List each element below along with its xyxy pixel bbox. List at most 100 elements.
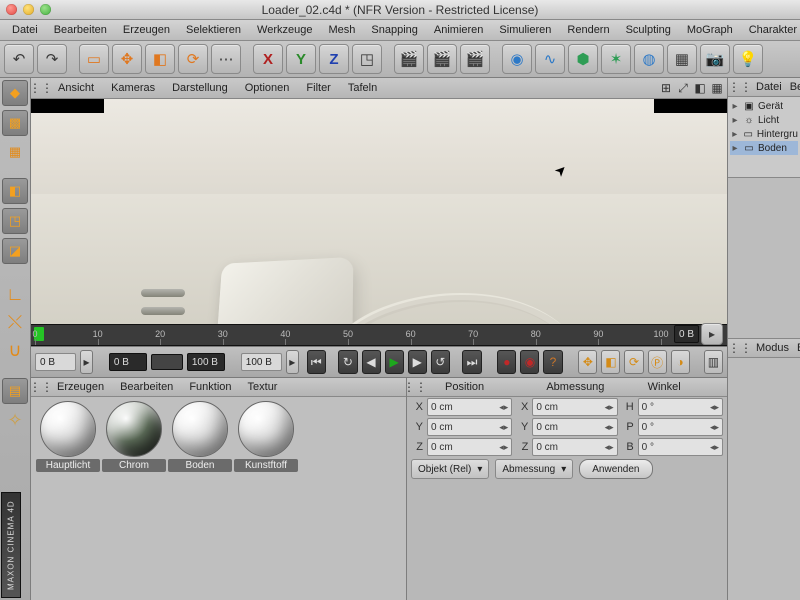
step-fwd-button[interactable]: ▶ bbox=[408, 350, 427, 374]
stepper-icon[interactable]: ◂▸ bbox=[710, 442, 719, 453]
add-camera[interactable]: 📷 bbox=[700, 44, 730, 74]
loop-button[interactable]: ↻ bbox=[338, 350, 357, 374]
stepper-icon[interactable]: ◂▸ bbox=[605, 442, 614, 453]
coord-pos-X[interactable]: 0 cm◂▸ bbox=[427, 398, 512, 416]
coord-grip-icon[interactable]: ⋮⋮ bbox=[407, 379, 423, 395]
add-deformer[interactable]: ◍ bbox=[634, 44, 664, 74]
coord-ang-P[interactable]: 0 °◂▸ bbox=[638, 418, 723, 436]
attr-grip-icon[interactable]: ⋮⋮ bbox=[732, 340, 748, 356]
material-boden[interactable]: Boden bbox=[167, 401, 233, 472]
disclosure-icon[interactable]: ▸ bbox=[730, 101, 740, 112]
viewtab-tafeln[interactable]: Tafeln bbox=[340, 80, 385, 96]
key-pos-toggle[interactable]: ✥ bbox=[578, 350, 597, 374]
range-end-stepper[interactable]: ▸ bbox=[286, 350, 299, 374]
coord-ang-B[interactable]: 0 °◂▸ bbox=[638, 438, 723, 456]
lock-x-axis[interactable]: X bbox=[253, 44, 283, 74]
key-rot-toggle[interactable]: ⟳ bbox=[624, 350, 643, 374]
material-grid[interactable]: HauptlichtChromBodenKunstftoff bbox=[31, 397, 406, 600]
menu-mograph[interactable]: MoGraph bbox=[679, 22, 741, 38]
move-tool[interactable]: ✥ bbox=[112, 44, 142, 74]
coord-size-Z[interactable]: 0 cm◂▸ bbox=[532, 438, 617, 456]
coord-size-Y[interactable]: 0 cm◂▸ bbox=[532, 418, 617, 436]
render-region[interactable]: 🎬 bbox=[427, 44, 457, 74]
obj-grip-icon[interactable]: ⋮⋮ bbox=[732, 79, 748, 95]
object-boden[interactable]: ▸▭Boden bbox=[730, 141, 798, 155]
disclosure-icon[interactable]: ▸ bbox=[730, 129, 739, 140]
viewtab-optionen[interactable]: Optionen bbox=[237, 80, 298, 96]
live-select-tool[interactable]: ▭ bbox=[79, 44, 109, 74]
viewport-grip-icon[interactable]: ⋮⋮ bbox=[33, 80, 49, 96]
viewport-render-preview[interactable]: ➤ bbox=[31, 99, 727, 324]
range-start-stepper[interactable]: ▸ bbox=[80, 350, 93, 374]
range-start-field[interactable]: 0 B bbox=[35, 353, 76, 371]
timeline-ruler[interactable]: 0 B ▸ 0102030405060708090100 bbox=[31, 324, 727, 346]
add-spline[interactable]: ∿ bbox=[535, 44, 565, 74]
menu-rendern[interactable]: Rendern bbox=[559, 22, 617, 38]
menu-animieren[interactable]: Animieren bbox=[426, 22, 492, 38]
coord-ang-H[interactable]: 0 °◂▸ bbox=[638, 398, 723, 416]
coordinate-mode[interactable]: ◳ bbox=[352, 44, 382, 74]
add-environment[interactable]: ▦ bbox=[667, 44, 697, 74]
slider-end[interactable]: 100 B bbox=[187, 353, 225, 371]
step-back-button[interactable]: ◀ bbox=[362, 350, 381, 374]
edge-mode-icon[interactable]: ◳ bbox=[2, 208, 28, 234]
disclosure-icon[interactable]: ▸ bbox=[730, 115, 740, 126]
snap-mode-icon[interactable]: ⤬ bbox=[3, 310, 27, 334]
stepper-icon[interactable]: ◂▸ bbox=[499, 422, 508, 433]
coord-pos-Z[interactable]: 0 cm◂▸ bbox=[427, 438, 512, 456]
keyframe-help-button[interactable]: ? bbox=[543, 350, 562, 374]
menu-bearbeiten[interactable]: Bearbeiten bbox=[46, 22, 115, 38]
play-button[interactable]: ▶ bbox=[385, 350, 404, 374]
attribute-manager-body[interactable] bbox=[728, 358, 800, 600]
viewport-util-icon-3[interactable]: ▦ bbox=[709, 80, 725, 96]
object-hintergru[interactable]: ▸▭Hintergru bbox=[730, 127, 798, 141]
model-mode-icon[interactable]: ▩ bbox=[2, 110, 28, 136]
render-settings[interactable]: 🎬 bbox=[460, 44, 490, 74]
axis-mode-icon[interactable]: ∟ bbox=[3, 282, 27, 306]
range-end-field[interactable]: 100 B bbox=[241, 353, 282, 371]
redo-button[interactable]: ↷ bbox=[37, 44, 67, 74]
stepper-icon[interactable]: ◂▸ bbox=[605, 422, 614, 433]
menu-erzeugen[interactable]: Erzeugen bbox=[115, 22, 178, 38]
viewport-util-icon-2[interactable]: ◧ bbox=[692, 80, 708, 96]
menu-selektieren[interactable]: Selektieren bbox=[178, 22, 249, 38]
coord-size-mode-dropdown[interactable]: Abmessung▾ bbox=[495, 459, 573, 479]
rotate-tool[interactable]: ⟳ bbox=[178, 44, 208, 74]
material-tab-funktion[interactable]: Funktion bbox=[181, 380, 239, 394]
minimize-window-button[interactable] bbox=[23, 4, 34, 15]
stepper-icon[interactable]: ◂▸ bbox=[710, 422, 719, 433]
coord-pos-Y[interactable]: 0 cm◂▸ bbox=[427, 418, 512, 436]
timeline-end-stepper[interactable]: ▸ bbox=[701, 323, 723, 345]
menu-werkzeuge[interactable]: Werkzeuge bbox=[249, 22, 320, 38]
attrmgr-tab-modus[interactable]: Modus bbox=[756, 342, 789, 354]
undo-button[interactable]: ↶ bbox=[4, 44, 34, 74]
material-grip-icon[interactable]: ⋮⋮ bbox=[33, 379, 49, 395]
add-generator[interactable]: ⬢ bbox=[568, 44, 598, 74]
disclosure-icon[interactable]: ▸ bbox=[730, 143, 740, 154]
menu-snapping[interactable]: Snapping bbox=[363, 22, 426, 38]
material-hauptlicht[interactable]: Hauptlicht bbox=[35, 401, 101, 472]
render-view[interactable]: 🎬 bbox=[394, 44, 424, 74]
range-slider[interactable] bbox=[151, 354, 183, 370]
autokey-button[interactable]: ◉ bbox=[520, 350, 539, 374]
slider-start[interactable]: 0 B bbox=[109, 353, 147, 371]
key-scale-toggle[interactable]: ◧ bbox=[601, 350, 620, 374]
viewtab-kameras[interactable]: Kameras bbox=[103, 80, 163, 96]
material-kunstftoff[interactable]: Kunstftoff bbox=[233, 401, 299, 472]
menu-datei[interactable]: Datei bbox=[4, 22, 46, 38]
point-mode-icon[interactable]: ◧ bbox=[2, 178, 28, 204]
magnet-icon[interactable]: ∪ bbox=[3, 338, 27, 362]
material-tab-bearbeiten[interactable]: Bearbeiten bbox=[112, 380, 181, 394]
objmgr-tab-bea[interactable]: Bea bbox=[790, 81, 800, 93]
material-tab-erzeugen[interactable]: Erzeugen bbox=[49, 380, 112, 394]
add-light[interactable]: 💡 bbox=[733, 44, 763, 74]
object-tree[interactable]: ▸▣Gerät▸☼Licht▸▭Hintergru▸▭Boden bbox=[728, 97, 800, 178]
object-licht[interactable]: ▸☼Licht bbox=[730, 113, 798, 127]
menu-simulieren[interactable]: Simulieren bbox=[491, 22, 559, 38]
menu-mesh[interactable]: Mesh bbox=[320, 22, 363, 38]
objmgr-tab-datei[interactable]: Datei bbox=[756, 81, 782, 93]
stepper-icon[interactable]: ◂▸ bbox=[499, 442, 508, 453]
key-pla-toggle[interactable]: ◑ bbox=[671, 350, 690, 374]
viewtab-filter[interactable]: Filter bbox=[298, 80, 338, 96]
zoom-window-button[interactable] bbox=[40, 4, 51, 15]
